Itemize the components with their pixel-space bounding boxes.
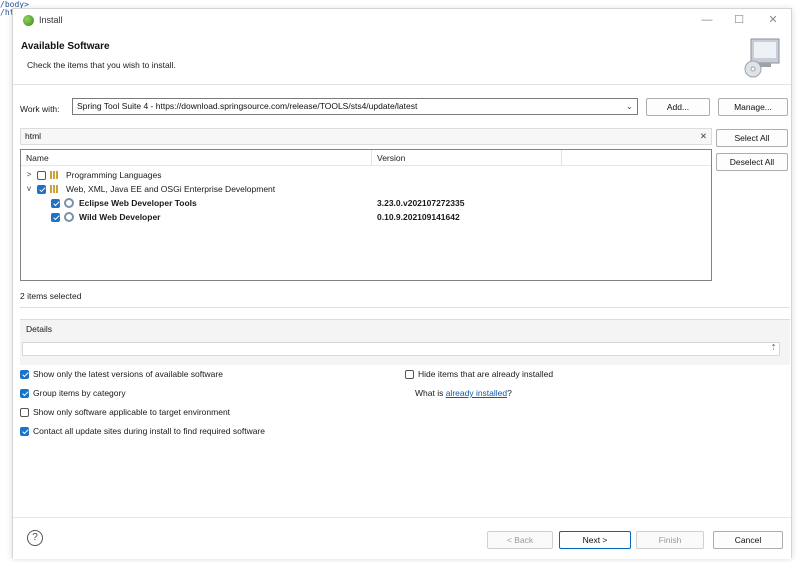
clear-filter-icon[interactable]: ✕ <box>700 129 707 144</box>
back-button[interactable]: < Back <box>487 531 553 549</box>
chevron-down-icon[interactable]: ⌄ <box>626 99 633 114</box>
expand-icon[interactable]: > <box>25 168 33 182</box>
work-with-combo[interactable]: Spring Tool Suite 4 - https://download.s… <box>72 98 638 115</box>
filter-text: html <box>25 131 42 141</box>
hide-installed-label: Hide items that are already installed <box>418 369 554 379</box>
page-title: Available Software <box>21 41 110 52</box>
wizard-header: Available Software Check the items that … <box>13 33 791 85</box>
tree-row-programming-languages[interactable]: > Programming Languages <box>21 168 711 182</box>
select-all-button[interactable]: Select All <box>716 129 788 147</box>
category-checkbox[interactable] <box>37 184 46 194</box>
minimize-button[interactable]: — <box>699 13 715 27</box>
group-by-category-checkbox[interactable] <box>20 388 29 398</box>
feature-checkbox[interactable] <box>51 212 60 222</box>
help-icon[interactable]: ? <box>27 530 43 546</box>
what-is-installed-text: What is already installed? <box>415 387 512 399</box>
close-button[interactable]: ✕ <box>765 13 781 27</box>
category-icon <box>50 171 60 179</box>
deselect-all-button[interactable]: Deselect All <box>716 153 788 171</box>
tree-item-label: Eclipse Web Developer Tools <box>79 198 197 208</box>
column-name-header[interactable]: Name <box>26 153 49 163</box>
latest-versions-label: Show only the latest versions of availab… <box>33 369 223 379</box>
tree-row-eclipse-web-developer-tools[interactable]: Eclipse Web Developer Tools 3.23.0.v2021… <box>21 196 711 210</box>
tree-row-web-xml[interactable]: v Web, XML, Java EE and OSGi Enterprise … <box>21 182 711 196</box>
next-button[interactable]: Next > <box>559 531 631 549</box>
finish-button[interactable]: Finish <box>636 531 704 549</box>
column-version-header[interactable]: Version <box>377 153 405 163</box>
hide-installed-checkbox[interactable] <box>405 369 414 379</box>
details-label: Details <box>26 324 52 334</box>
tree-item-version: 0.10.9.202109141642 <box>377 212 460 222</box>
tree-item-label: Programming Languages <box>66 170 162 180</box>
window-title: Install <box>39 15 63 25</box>
column-separator <box>561 150 562 166</box>
selection-status: 2 items selected <box>20 291 82 301</box>
cancel-button[interactable]: Cancel <box>713 531 783 549</box>
already-installed-link[interactable]: already installed <box>446 388 507 398</box>
what-is-suffix: ? <box>507 388 512 398</box>
divider <box>20 307 790 308</box>
tree-item-version: 3.23.0.v202107272335 <box>377 198 465 208</box>
category-checkbox[interactable] <box>37 170 46 180</box>
scroll-up-icon[interactable]: ⇡ <box>770 343 777 352</box>
install-dialog: Install — ☐ ✕ Available Software Check t… <box>12 8 792 559</box>
feature-checkbox[interactable] <box>51 198 60 208</box>
wizard-footer: ? < Back Next > Finish Cancel <box>13 517 791 559</box>
feature-gear-icon <box>64 212 74 222</box>
software-tree[interactable]: Name Version > Programming Languages v W… <box>20 149 712 281</box>
what-is-prefix: What is <box>415 388 446 398</box>
sts-logo-icon <box>23 15 34 26</box>
contact-update-sites-label: Contact all update sites during install … <box>33 426 265 436</box>
tree-item-label: Web, XML, Java EE and OSGi Enterprise De… <box>66 184 276 194</box>
feature-gear-icon <box>64 198 74 208</box>
target-environment-label: Show only software applicable to target … <box>33 407 231 417</box>
tree-header: Name Version <box>21 150 711 166</box>
group-by-category-label: Group items by category <box>33 388 126 398</box>
category-icon <box>50 185 60 193</box>
title-bar: Install — ☐ ✕ <box>13 9 791 31</box>
details-text-area[interactable]: ⇡ <box>22 342 780 356</box>
tree-row-wild-web-developer[interactable]: Wild Web Developer 0.10.9.202109141642 <box>21 210 711 224</box>
manage-button[interactable]: Manage... <box>718 98 788 116</box>
column-separator <box>371 150 372 166</box>
page-description: Check the items that you wish to install… <box>27 60 176 70</box>
filter-input[interactable]: html ✕ <box>20 128 712 145</box>
collapse-icon[interactable]: v <box>25 182 33 196</box>
maximize-button[interactable]: ☐ <box>731 13 747 27</box>
details-group: Details ⇡ <box>20 319 790 365</box>
target-environment-checkbox[interactable] <box>20 407 29 417</box>
contact-update-sites-checkbox[interactable] <box>20 426 29 436</box>
install-banner-icon <box>744 38 780 78</box>
work-with-value: Spring Tool Suite 4 - https://download.s… <box>77 101 418 111</box>
add-button[interactable]: Add... <box>646 98 710 116</box>
work-with-label: Work with: <box>20 104 60 114</box>
tree-item-label: Wild Web Developer <box>79 212 161 222</box>
latest-versions-checkbox[interactable] <box>20 369 29 379</box>
